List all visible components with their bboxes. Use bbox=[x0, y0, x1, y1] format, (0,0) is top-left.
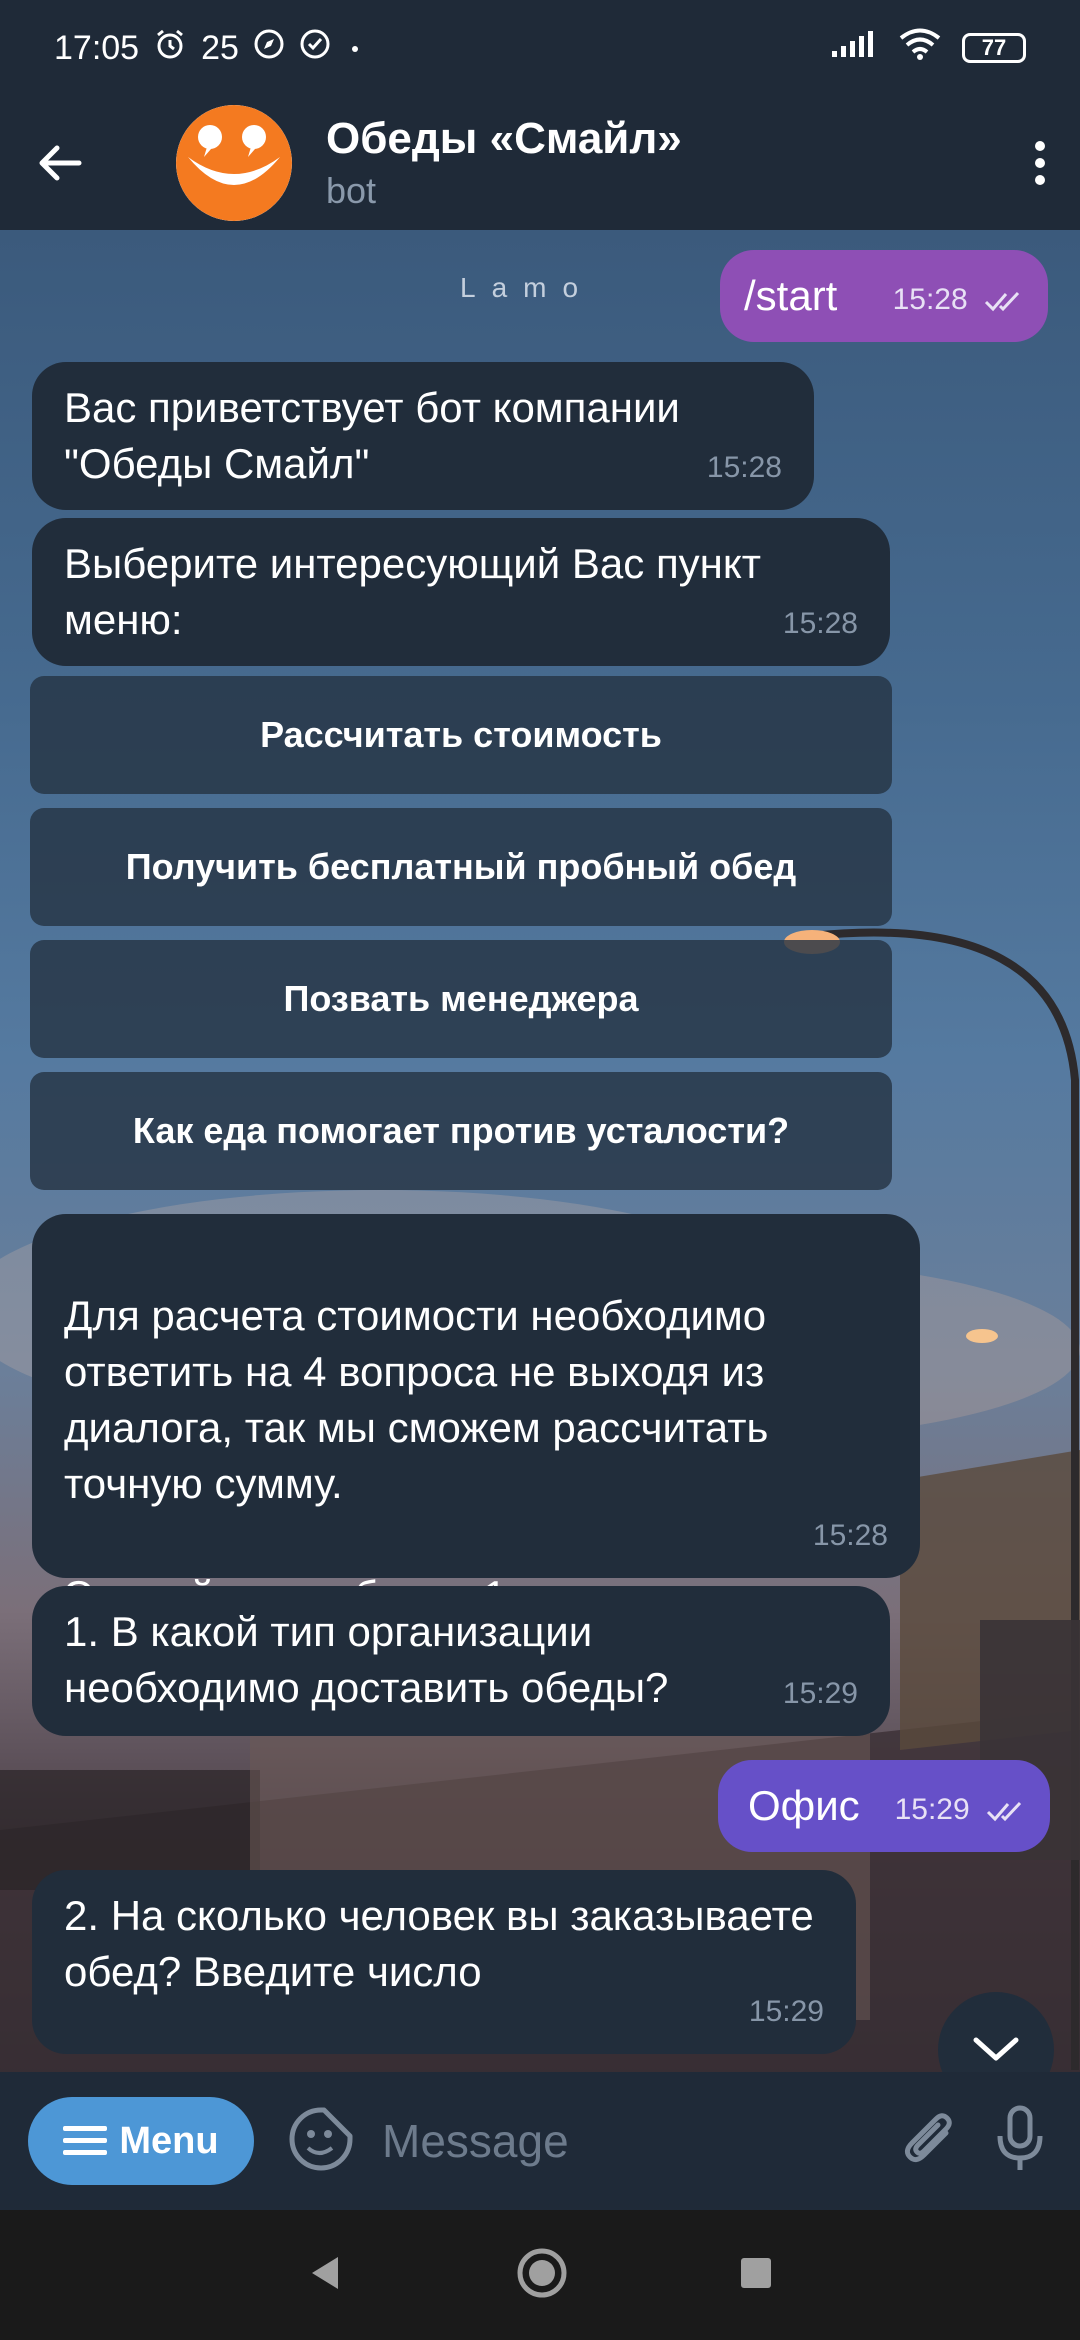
nav-recents-button[interactable] bbox=[738, 2255, 774, 2296]
system-navigation-bar bbox=[0, 2210, 1080, 2340]
clock: 17:05 bbox=[54, 28, 140, 67]
sticker-smiley-icon bbox=[289, 2107, 353, 2170]
paperclip-icon bbox=[904, 2112, 952, 2162]
inline-button-call-manager[interactable]: Позвать менеджера bbox=[30, 940, 892, 1058]
message-input-bar: Menu Message bbox=[0, 2072, 1080, 2210]
alarm-icon bbox=[153, 27, 187, 70]
back-button[interactable] bbox=[0, 96, 120, 230]
chat-title: Обеды «Смайл» bbox=[326, 114, 682, 163]
nav-home-button[interactable] bbox=[516, 2247, 568, 2304]
signal-icon bbox=[830, 29, 878, 68]
message-text: Вас приветствует бот компании "Обеды Сма… bbox=[64, 384, 680, 487]
wallpaper-watermark: Lamo bbox=[460, 272, 595, 303]
message-bubble-incoming[interactable]: Для расчета стоимости необходимо ответит… bbox=[32, 1214, 920, 1619]
triangle-back-icon bbox=[312, 2256, 338, 2289]
message-text: 2. На сколько человек вы заказываете обе… bbox=[64, 1892, 814, 1995]
message-text: Офис bbox=[748, 1782, 860, 1829]
inline-button-free-trial-lunch[interactable]: Получить бесплатный пробный обед bbox=[30, 808, 892, 926]
menu-label: Menu bbox=[119, 2119, 219, 2162]
message-bubble-outgoing[interactable]: Офис 15:29 bbox=[718, 1760, 1050, 1852]
message-bubble-incoming[interactable]: Вас приветствует бот компании "Обеды Сма… bbox=[32, 362, 814, 510]
message-text: /start bbox=[744, 272, 838, 319]
temperature: 25 bbox=[201, 28, 239, 67]
hamburger-icon bbox=[63, 2126, 108, 2155]
double-check-icon bbox=[986, 1802, 1022, 1822]
battery-indicator: 77 bbox=[962, 33, 1026, 63]
message-bubble-incoming[interactable]: 2. На сколько человек вы заказываете обе… bbox=[32, 1870, 856, 2054]
check-circle-icon bbox=[299, 28, 331, 69]
compass-icon bbox=[253, 28, 285, 69]
wifi-icon bbox=[898, 27, 942, 70]
inline-button-food-vs-fatigue[interactable]: Как еда помогает против усталости? bbox=[30, 1072, 892, 1190]
message-time: 15:28 bbox=[893, 272, 1024, 328]
back-arrow-icon bbox=[39, 145, 82, 181]
message-text: Для расчета стоимости необходимо ответит… bbox=[64, 1292, 769, 1619]
message-time: 15:28 bbox=[812, 1519, 888, 1552]
chevron-down-icon bbox=[973, 2037, 1019, 2061]
message-time: 15:28 bbox=[782, 607, 858, 640]
smiley-logo-icon bbox=[176, 105, 292, 221]
nav-back-button[interactable] bbox=[306, 2253, 346, 2298]
message-time: 15:29 bbox=[748, 1995, 824, 2028]
microphone-button[interactable] bbox=[996, 2104, 1044, 2179]
bot-avatar[interactable] bbox=[176, 105, 292, 221]
message-time: 15:29 bbox=[782, 1677, 858, 1710]
chat-header: Обеды «Смайл» bot bbox=[0, 96, 1080, 230]
square-recents-icon bbox=[741, 2257, 771, 2288]
message-bubble-incoming[interactable]: 1. В какой тип организации необходимо до… bbox=[32, 1586, 890, 1736]
double-check-icon bbox=[984, 292, 1020, 312]
attach-button[interactable] bbox=[902, 2107, 958, 2176]
chat-subtitle: bot bbox=[326, 170, 377, 211]
message-bubble-incoming[interactable]: Выберите интересующий Вас пункт меню: 15… bbox=[32, 518, 890, 666]
circle-home-icon bbox=[517, 2248, 567, 2297]
chat-title-block[interactable]: Обеды «Смайл» bot bbox=[326, 114, 682, 212]
message-bubble-outgoing[interactable]: /start 15:28 bbox=[720, 250, 1048, 342]
status-bar: 17:05 25 77 bbox=[0, 0, 1080, 96]
microphone-icon bbox=[997, 2105, 1043, 2170]
dot-icon bbox=[345, 29, 365, 68]
message-input[interactable]: Message bbox=[382, 2114, 902, 2168]
message-text: Выберите интересующий Вас пункт меню: bbox=[64, 540, 761, 643]
inline-button-calculate-cost[interactable]: Рассчитать стоимость bbox=[30, 676, 892, 794]
more-options-button[interactable] bbox=[1000, 96, 1080, 230]
message-time: 15:29 bbox=[895, 1782, 1026, 1838]
message-time: 15:28 bbox=[706, 451, 782, 484]
bot-menu-button[interactable]: Menu bbox=[28, 2097, 254, 2185]
chat-area[interactable]: Lamo /start 15:28 Вас приветствует бот к… bbox=[0, 230, 1080, 2072]
kebab-menu-icon bbox=[1035, 141, 1045, 185]
emoji-button[interactable] bbox=[288, 2106, 354, 2177]
message-text: 1. В какой тип организации необходимо до… bbox=[64, 1608, 669, 1711]
